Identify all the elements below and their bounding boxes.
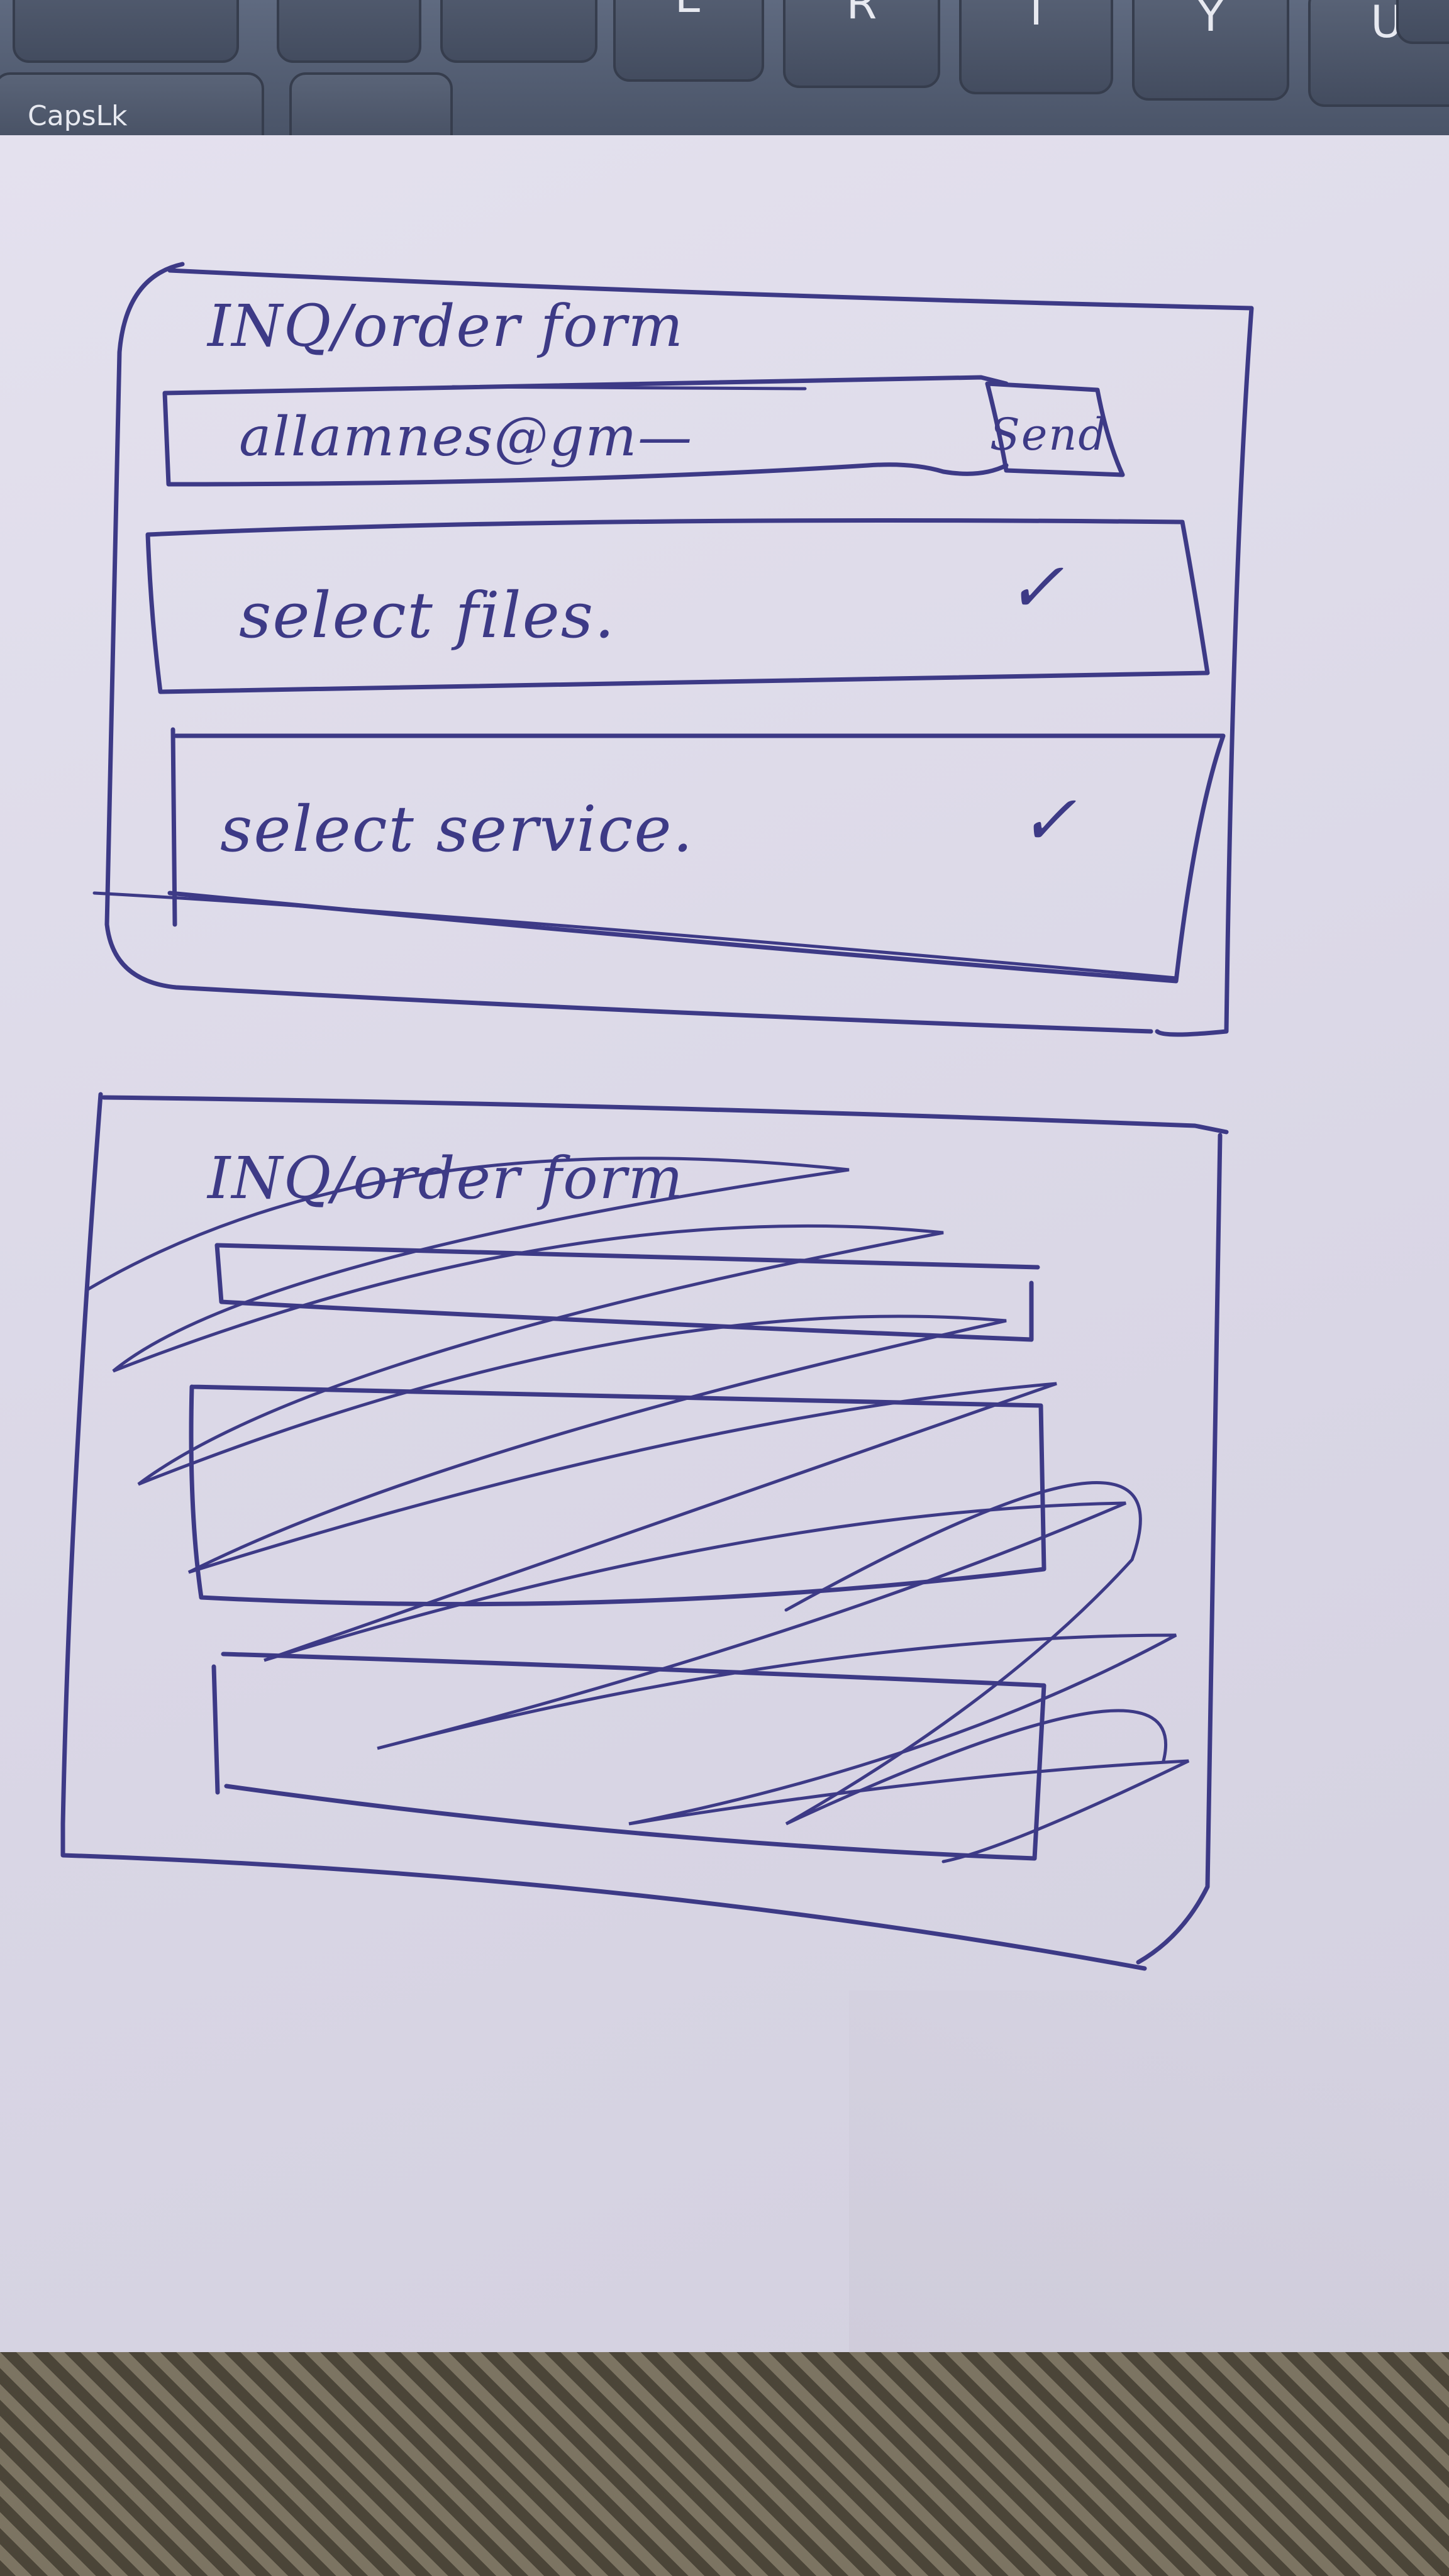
files-dropdown-label: select files.	[239, 579, 616, 652]
key-y: Y	[1132, 0, 1289, 101]
key-a	[289, 72, 453, 135]
files-dropdown-check-icon[interactable]: ✓	[1006, 547, 1065, 628]
key-w: W	[440, 0, 597, 63]
carpet-background	[0, 2352, 1449, 2576]
key-capslock: CapsLk	[0, 72, 264, 135]
email-input-value: allamnes@gm—	[239, 406, 694, 469]
key-8: 8	[1396, 0, 1449, 44]
key-blank	[13, 0, 239, 63]
key-r: R	[783, 0, 940, 88]
key-e: E	[613, 0, 764, 82]
keyboard-background: W E R T Y U 8 CapsLk	[0, 0, 1449, 135]
discarded-form-title: INQ/order form	[208, 1145, 684, 1212]
service-dropdown-check-icon[interactable]: ✓	[1019, 780, 1078, 860]
service-dropdown-label: select service.	[220, 792, 694, 866]
send-button[interactable]: Send	[987, 409, 1110, 478]
key-blank-2	[277, 0, 421, 63]
key-t: T	[959, 0, 1113, 94]
form-title: INQ/order form	[208, 292, 684, 360]
